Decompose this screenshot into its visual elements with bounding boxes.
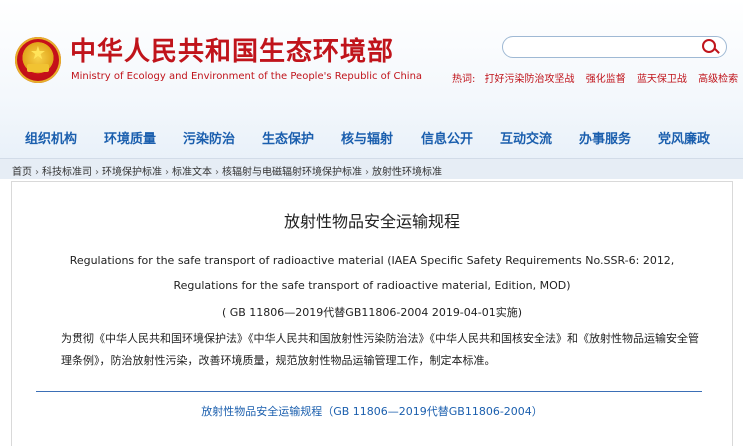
breadcrumb-separator: › — [215, 167, 219, 178]
nav-item-party[interactable]: 党风廉政 — [658, 128, 710, 147]
standard-number: ( GB 11806—2019代替GB11806-2004 2019-04-01… — [221, 306, 523, 319]
article-panel: 放射性物品安全运输规程 Regulations for the safe tra… — [11, 181, 733, 446]
search-icon[interactable] — [702, 39, 716, 53]
document-link[interactable]: 放射性物品安全运输规程（GB 11806—2019代替GB11806-2004） — [12, 403, 732, 419]
breadcrumb-separator: › — [35, 167, 39, 178]
breadcrumb-separator: › — [95, 167, 99, 178]
nav-item-interaction[interactable]: 互动交流 — [500, 128, 552, 147]
breadcrumb: 首页 › 科技标准司 › 环境保护标准 › 标准文本 › 核辐射与电磁辐射环境保护标准 › 放射性环… — [0, 158, 743, 179]
site-header: ★ 中华人民共和国生态环境部 Ministry of Ecology and E… — [0, 0, 743, 158]
nav-item-env-quality[interactable]: 环境质量 — [104, 128, 156, 147]
breadcrumb-home[interactable]: 首页 — [12, 167, 32, 178]
site-title[interactable]: 中华人民共和国生态环境部 — [70, 37, 394, 67]
national-emblem-icon[interactable]: ★ — [15, 37, 61, 83]
divider — [36, 391, 702, 392]
english-title-line-1: Regulations for the safe transport of ra… — [69, 254, 675, 267]
site-subtitle: Ministry of Ecology and Environment of t… — [71, 71, 423, 82]
star-icon: ★ — [29, 43, 47, 64]
breadcrumb-item[interactable]: 环境保护标准 — [102, 167, 162, 178]
hot-word-link[interactable]: 打好污染防治攻坚战 — [485, 74, 575, 85]
breadcrumb-separator: › — [165, 167, 169, 178]
nav-item-eco[interactable]: 生态保护 — [262, 128, 314, 147]
hot-word-link[interactable]: 强化监督 — [586, 74, 626, 85]
breadcrumb-item[interactable]: 放射性环境标准 — [372, 167, 442, 178]
nav-item-nuclear[interactable]: 核与辐射 — [341, 128, 393, 147]
breadcrumb-separator: › — [365, 167, 369, 178]
intro-paragraph: 为贯彻《中华人民共和国环境保护法》《中华人民共和国放射性污染防治法》《中华人民共… — [61, 332, 699, 367]
breadcrumb-item[interactable]: 科技标准司 — [42, 167, 92, 178]
hot-words: 热词: 打好污染防治攻坚战 强化监督 蓝天保卫战 高级检索 — [452, 70, 743, 85]
hot-word-link[interactable]: 蓝天保卫战 — [637, 74, 687, 85]
nav-item-disclosure[interactable]: 信息公开 — [421, 128, 473, 147]
nav-item-services[interactable]: 办事服务 — [579, 128, 631, 147]
hot-words-label: 热词: — [452, 74, 476, 85]
nav-item-pollution[interactable]: 污染防治 — [183, 128, 235, 147]
search-box[interactable] — [502, 36, 727, 58]
gate-icon — [27, 64, 49, 72]
nav-item-org[interactable]: 组织机构 — [25, 128, 77, 147]
english-title-line-2: Regulations for the safe transport of ra… — [173, 279, 571, 292]
page-title: 放射性物品安全运输规程 — [283, 212, 460, 231]
breadcrumb-item[interactable]: 标准文本 — [172, 167, 212, 178]
main-nav: 组织机构 环境质量 污染防治 生态保护 核与辐射 信息公开 互动交流 办事服务 … — [0, 124, 743, 150]
breadcrumb-item[interactable]: 核辐射与电磁辐射环境保护标准 — [222, 167, 362, 178]
advanced-search-link[interactable]: 高级检索 — [698, 74, 738, 85]
